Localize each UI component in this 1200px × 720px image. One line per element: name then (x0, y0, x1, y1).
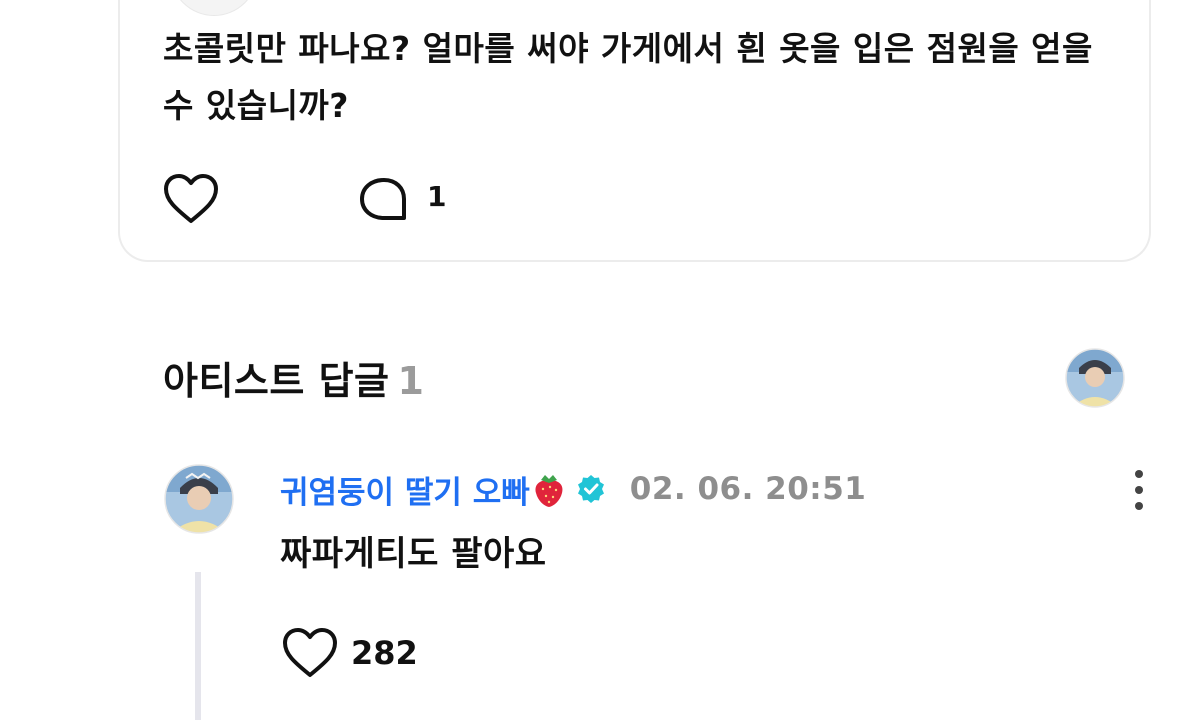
comment-bubble-icon[interactable] (358, 176, 410, 224)
heart-icon[interactable] (282, 628, 338, 680)
reply-author-name[interactable]: 귀염둥이 딸기 오빠 (280, 467, 530, 512)
post-author-avatar[interactable] (170, 0, 258, 16)
more-options-icon[interactable] (1128, 468, 1150, 512)
thread-line (195, 572, 201, 720)
heart-icon[interactable] (163, 174, 219, 226)
reply-author-avatar[interactable] (164, 464, 234, 534)
comment-count: 1 (427, 180, 447, 213)
verified-badge-icon (577, 475, 604, 503)
strawberry-icon (535, 475, 563, 507)
artist-replies-header: 아티스트 답글 1 (163, 350, 424, 405)
reply-meta: 귀염둥이 딸기 오빠 02. 06. 20:51 (280, 466, 866, 512)
reply-timestamp: 02. 06. 20:51 (629, 471, 867, 507)
reply-like-count: 282 (351, 634, 418, 672)
reply-text: 짜파게티도 팔아요 (280, 534, 547, 574)
post-text: 초콜릿만 파나요? 얼마를 써야 가게에서 흰 옷을 입은 점원을 얻을 수 있… (163, 29, 1093, 125)
artist-replies-title: 아티스트 답글 (163, 359, 390, 403)
artist-replies-count: 1 (397, 359, 425, 403)
artist-avatar-small[interactable] (1065, 348, 1125, 408)
